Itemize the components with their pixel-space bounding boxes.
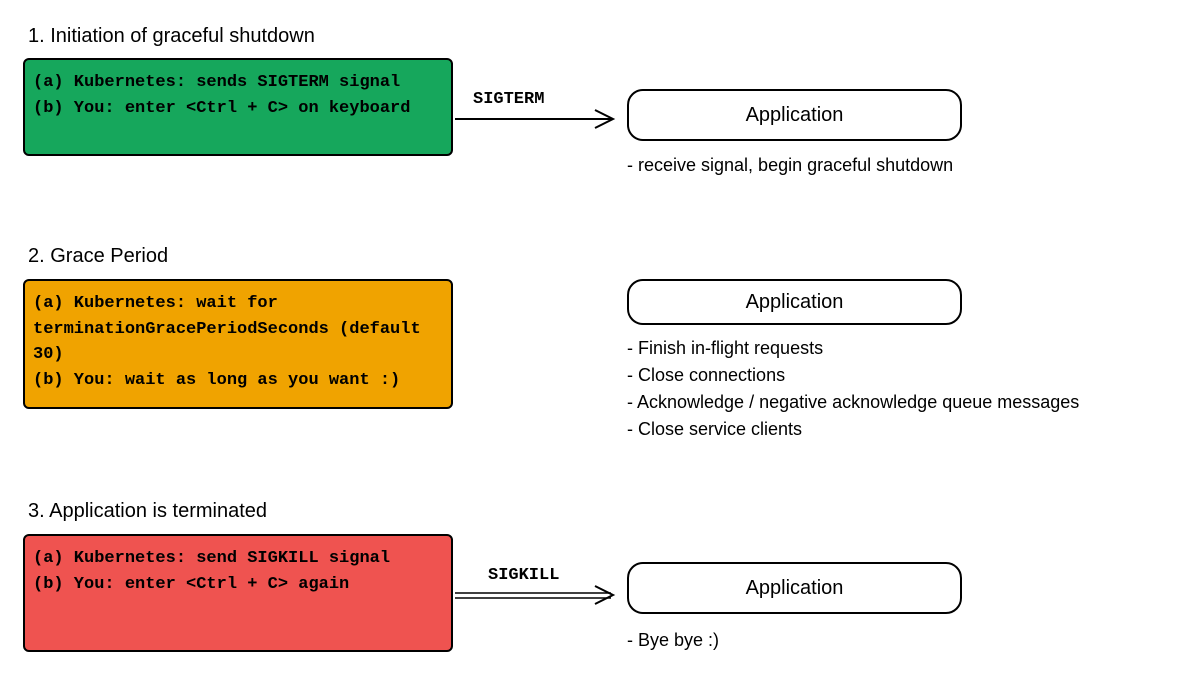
section-3-line-a: (a) Kubernetes: send SIGKILL signal — [33, 546, 443, 572]
section-2-title: 2. Grace Period — [28, 245, 168, 268]
note-line: - Close connections — [627, 362, 1079, 389]
section-1-line-b: (b) You: enter <Ctrl + C> on keyboard — [33, 96, 443, 122]
section-2-notes: - Finish in-flight requests - Close conn… — [627, 335, 1079, 443]
note-line: - Acknowledge / negative acknowledge que… — [627, 389, 1079, 416]
section-1-line-a: (a) Kubernetes: sends SIGTERM signal — [33, 70, 443, 96]
arrow-icon — [455, 108, 627, 132]
section-3-arrow-label: SIGKILL — [488, 566, 559, 585]
section-2-box: (a) Kubernetes: wait for terminationGrac… — [23, 279, 453, 409]
note-line: - Bye bye :) — [627, 627, 719, 654]
note-line: - Finish in-flight requests — [627, 335, 1079, 362]
section-1-notes: - receive signal, begin graceful shutdow… — [627, 152, 953, 179]
arrow-icon — [455, 584, 627, 608]
section-2-line-b: (b) You: wait as long as you want :) — [33, 368, 443, 394]
section-1-arrow-label: SIGTERM — [473, 90, 544, 109]
section-3-title: 3. Application is terminated — [28, 500, 267, 523]
section-3-app-box: Application — [627, 562, 962, 614]
section-3-line-b: (b) You: enter <Ctrl + C> again — [33, 572, 443, 598]
section-3-app-label: Application — [746, 577, 844, 600]
section-2-line-a1: (a) Kubernetes: wait for — [33, 291, 443, 317]
section-2-app-box: Application — [627, 279, 962, 325]
section-1-app-box: Application — [627, 89, 962, 141]
section-1-app-label: Application — [746, 104, 844, 127]
section-3-notes: - Bye bye :) — [627, 627, 719, 654]
section-2-app-label: Application — [746, 291, 844, 314]
section-1-title: 1. Initiation of graceful shutdown — [28, 25, 315, 48]
section-2-line-a2: terminationGracePeriodSeconds (default 3… — [33, 317, 443, 368]
section-1-box: (a) Kubernetes: sends SIGTERM signal (b)… — [23, 58, 453, 156]
note-line: - Close service clients — [627, 416, 1079, 443]
note-line: - receive signal, begin graceful shutdow… — [627, 152, 953, 179]
section-3-box: (a) Kubernetes: send SIGKILL signal (b) … — [23, 534, 453, 652]
